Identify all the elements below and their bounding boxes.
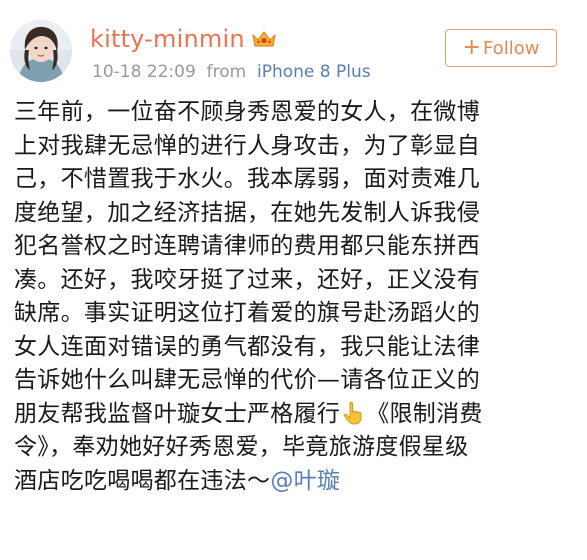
mention-link[interactable]: @叶璇: [270, 468, 340, 494]
avatar[interactable]: [10, 20, 72, 82]
content-line: 缺席。事实证明这位打着爱的旗号赴汤蹈火的: [14, 300, 480, 326]
content-line: 己，不惜置我于水火。我本孱弱，面对责难几: [14, 166, 480, 192]
content-line: 凑。还好，我咬牙挺了过来，还好，正义没有: [14, 266, 480, 293]
content-fragment: 《限制消费: [366, 400, 483, 427]
source-prefix: from: [206, 62, 247, 82]
weibo-post-card: kitty-minmin 10-18 22:09 from iPhone 8 P…: [0, 0, 587, 560]
post-content: 三年前，一位奋不顾身秀恩爱的女人，在微博 上对我肆无忌惮的进行人身攻击，为了彰显…: [14, 96, 580, 498]
content-line: 犯名誉权之时连聘请律师的费用都只能东拼西: [14, 233, 480, 259]
plus-icon: +: [462, 35, 481, 60]
post-timestamp[interactable]: 10-18 22:09: [92, 62, 196, 82]
source-device-link[interactable]: iPhone 8 Plus: [257, 62, 371, 82]
avatar-photo-icon: [10, 20, 72, 82]
content-line: 酒店吃吃喝喝都在违法～@叶璇: [14, 465, 580, 499]
content-line: 三年前，一位奋不顾身秀恩爱的女人，在微博: [14, 99, 480, 125]
crown-icon: [251, 29, 277, 49]
content-fragment: 朋友帮我监督叶璇女士严格履行: [14, 400, 341, 427]
content-line: 告诉她什么叫肆无忌惮的代价—请各位正义的: [14, 367, 480, 393]
follow-label: Follow: [482, 37, 540, 59]
post-meta: 10-18 22:09 from iPhone 8 Plus: [92, 62, 371, 82]
content-fragment: 酒店吃吃喝喝都在违法～: [14, 467, 271, 494]
username-link[interactable]: kitty-minmin: [90, 25, 245, 53]
content-line: 女人连面对错误的勇气都没有，我只能让法律: [14, 333, 480, 360]
content-line: 上对我肆无忌惮的进行人身攻击，为了彰显自: [14, 132, 480, 159]
post-header: kitty-minmin 10-18 22:09 from iPhone 8 P…: [0, 0, 587, 96]
pointing-down-hand-icon: [342, 401, 364, 425]
content-line: 朋友帮我监督叶璇女士严格履行 《限制消费: [14, 398, 580, 432]
username-row: kitty-minmin: [90, 22, 277, 56]
follow-button[interactable]: + Follow: [445, 29, 557, 67]
content-line: 度绝望，加之经济拮据，在她先发制人诉我侵: [14, 199, 480, 226]
content-line: 令》，奉劝她好好秀恩爱，毕竟旅游度假星级: [14, 434, 469, 460]
